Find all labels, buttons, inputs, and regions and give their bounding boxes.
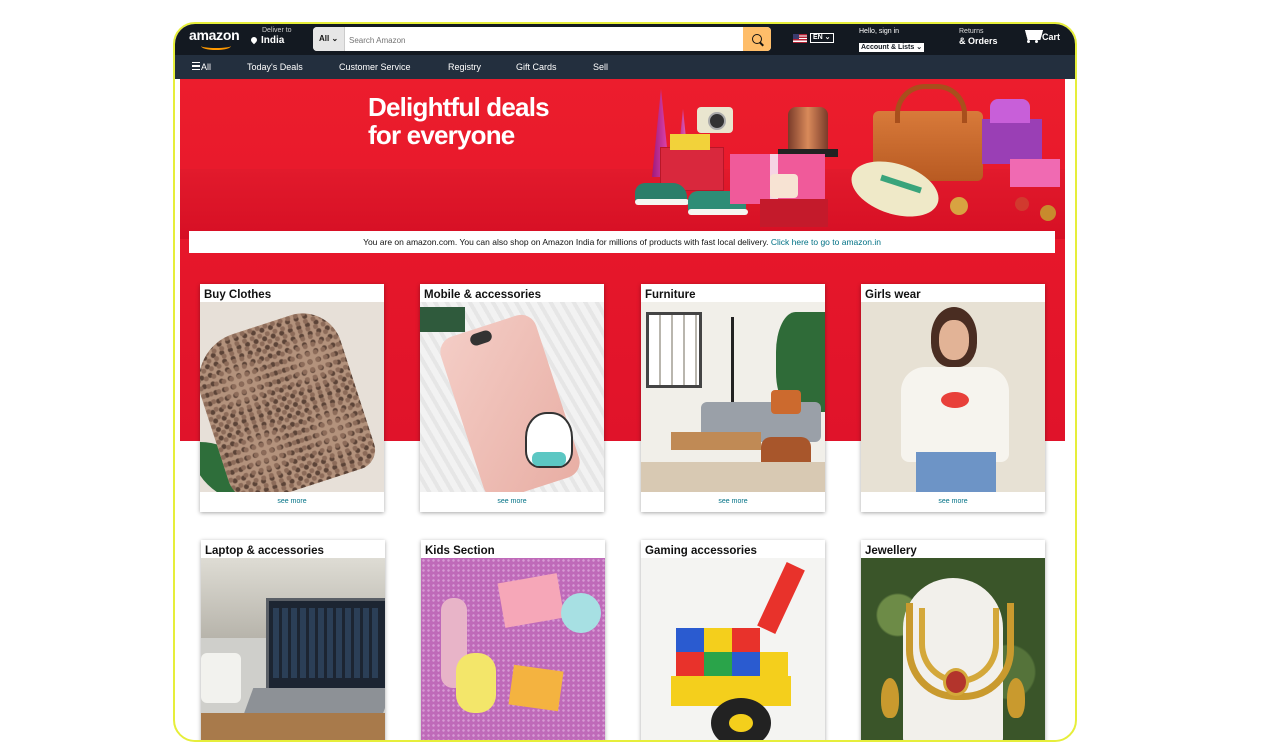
region-notice-bar: You are on amazon.com. You can also shop…: [189, 231, 1055, 253]
amazon-logo[interactable]: amazon: [189, 27, 240, 50]
category-card-kids-section[interactable]: Kids Section: [421, 540, 605, 740]
account-greeting: Hello, sign in: [859, 28, 900, 35]
cart-label: Cart: [1042, 32, 1061, 42]
category-card-buy-clothes[interactable]: Buy Clothes see more: [200, 284, 384, 512]
girls-wear-tshirt-image: [861, 302, 1045, 492]
see-more-link[interactable]: see more: [200, 492, 384, 512]
hero-title-line1: Delightful deals: [368, 92, 550, 122]
kids-items-image: [421, 558, 605, 740]
search-icon: [752, 34, 762, 44]
account-menu[interactable]: Hello, sign in Account & Lists ⌄: [859, 27, 925, 54]
hamburger-menu-icon: [192, 62, 200, 70]
top-nav-bar: amazon Deliver to India All ⌄ EN ⌄ Hello…: [175, 24, 1075, 55]
card-title: Girls wear: [865, 289, 921, 301]
device-frame: amazon Deliver to India All ⌄ EN ⌄ Hello…: [173, 22, 1077, 742]
card-title: Kids Section: [425, 545, 495, 557]
search-category-label: All: [319, 34, 330, 43]
us-flag-icon: [793, 33, 807, 43]
card-title: Gaming accessories: [645, 545, 757, 557]
category-card-furniture[interactable]: Furniture see more: [641, 284, 825, 512]
nav-link-customer-service[interactable]: Customer Service: [339, 62, 411, 72]
hero-title: Delightful deals for everyone: [368, 92, 550, 150]
card-title: Mobile & accessories: [424, 289, 541, 301]
building-blocks-toy-image: [641, 558, 825, 740]
returns-label: Returns: [959, 28, 984, 35]
go-to-amazon-in-link[interactable]: Click here to go to amazon.in: [771, 237, 881, 247]
nav-link-sell[interactable]: Sell: [593, 62, 608, 72]
living-room-furniture-image: [641, 302, 825, 492]
card-title: Buy Clothes: [204, 289, 272, 301]
hero-gift-products-image: [610, 79, 1065, 229]
deliver-to-button[interactable]: Deliver to India: [249, 27, 292, 47]
deliver-location-text: India: [261, 35, 285, 46]
see-more-link[interactable]: see more: [420, 492, 604, 512]
deliver-to-location: India: [249, 35, 292, 47]
all-menu-label: All: [201, 62, 212, 72]
language-label: EN ⌄: [810, 33, 834, 43]
all-menu-button[interactable]: All: [192, 62, 211, 72]
logo-text: amazon: [189, 27, 240, 43]
nav-link-registry[interactable]: Registry: [448, 62, 481, 72]
nav-link-todays-deals[interactable]: Today's Deals: [247, 62, 303, 72]
gold-necklace-image: [861, 558, 1045, 740]
account-lists-text: Account & Lists: [861, 44, 915, 51]
nav-link-gift-cards[interactable]: Gift Cards: [516, 62, 557, 72]
account-lists-label: Account & Lists ⌄: [859, 43, 925, 52]
returns-orders-link[interactable]: Returns & Orders: [959, 27, 998, 47]
see-more-link[interactable]: see more: [861, 492, 1045, 512]
card-title: Laptop & accessories: [205, 545, 324, 557]
cart-icon: [1023, 28, 1041, 43]
search-category-dropdown[interactable]: All ⌄: [313, 27, 345, 51]
hero-title-line2: for everyone: [368, 120, 515, 150]
see-more-link[interactable]: see more: [641, 492, 825, 512]
cart-button[interactable]: Cart: [1023, 28, 1060, 43]
category-card-jewellery[interactable]: Jewellery: [861, 540, 1045, 740]
region-notice-text: You are on amazon.com. You can also shop…: [363, 237, 769, 247]
logo-smile-icon: [201, 42, 231, 50]
phone-case-image: [420, 302, 604, 492]
category-card-girls-wear[interactable]: Girls wear see more: [861, 284, 1045, 512]
laptop-image: [201, 558, 385, 740]
category-card-laptop-accessories[interactable]: Laptop & accessories: [201, 540, 385, 740]
language-selector[interactable]: EN ⌄: [793, 33, 834, 43]
search-button[interactable]: [743, 27, 771, 51]
language-code: EN: [813, 34, 823, 41]
category-card-gaming-accessories[interactable]: Gaming accessories: [641, 540, 825, 740]
clothes-dress-image: [200, 302, 384, 492]
card-title: Jewellery: [865, 545, 917, 557]
secondary-nav-bar: All Today's Deals Customer Service Regis…: [175, 55, 1075, 79]
location-pin-icon: [249, 36, 259, 45]
card-title: Furniture: [645, 289, 696, 301]
category-card-mobile-accessories[interactable]: Mobile & accessories see more: [420, 284, 604, 512]
orders-label: & Orders: [959, 36, 998, 46]
search-input[interactable]: [346, 27, 747, 51]
deliver-to-label: Deliver to: [262, 27, 292, 34]
search-bar: All ⌄: [313, 27, 771, 51]
